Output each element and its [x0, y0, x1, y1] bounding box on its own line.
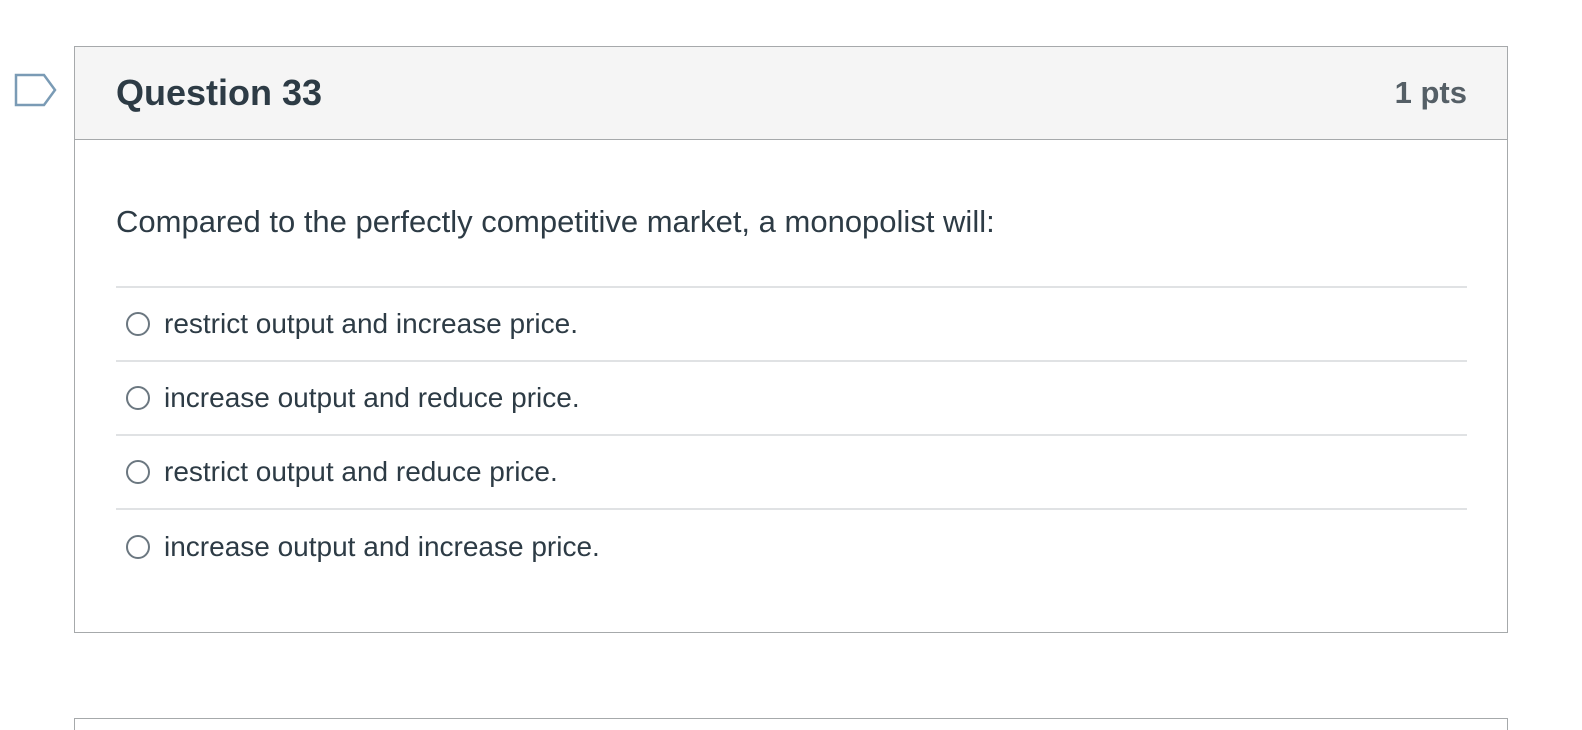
- answer-label: restrict output and reduce price.: [164, 456, 558, 487]
- radio-button[interactable]: [126, 535, 150, 559]
- answer-option[interactable]: restrict output and increase price.: [116, 288, 1467, 362]
- radio-button[interactable]: [126, 386, 150, 410]
- answer-list: restrict output and increase price. incr…: [116, 286, 1467, 584]
- answer-label: increase output and reduce price.: [164, 382, 580, 413]
- answer-option[interactable]: increase output and reduce price.: [116, 362, 1467, 436]
- quiz-page: Question 33 1 pts Compared to the perfec…: [0, 0, 1582, 730]
- answer-option[interactable]: increase output and increase price.: [116, 510, 1467, 584]
- next-question-card-edge: [74, 718, 1508, 730]
- question-text: Compared to the perfectly competitive ma…: [116, 204, 995, 239]
- question-body: Compared to the perfectly competitive ma…: [75, 140, 1507, 584]
- question-card: Question 33 1 pts Compared to the perfec…: [74, 46, 1508, 633]
- answer-label: restrict output and increase price.: [164, 308, 578, 339]
- question-title: Question 33: [116, 72, 323, 113]
- answer-label: increase output and increase price.: [164, 531, 600, 562]
- radio-button[interactable]: [126, 460, 150, 484]
- flag-outline-icon: [14, 73, 57, 107]
- question-points: 1 pts: [1394, 75, 1467, 110]
- radio-button[interactable]: [126, 312, 150, 336]
- answer-option[interactable]: restrict output and reduce price.: [116, 436, 1467, 510]
- question-header: Question 33 1 pts: [75, 47, 1507, 140]
- flag-question-icon[interactable]: [14, 72, 58, 108]
